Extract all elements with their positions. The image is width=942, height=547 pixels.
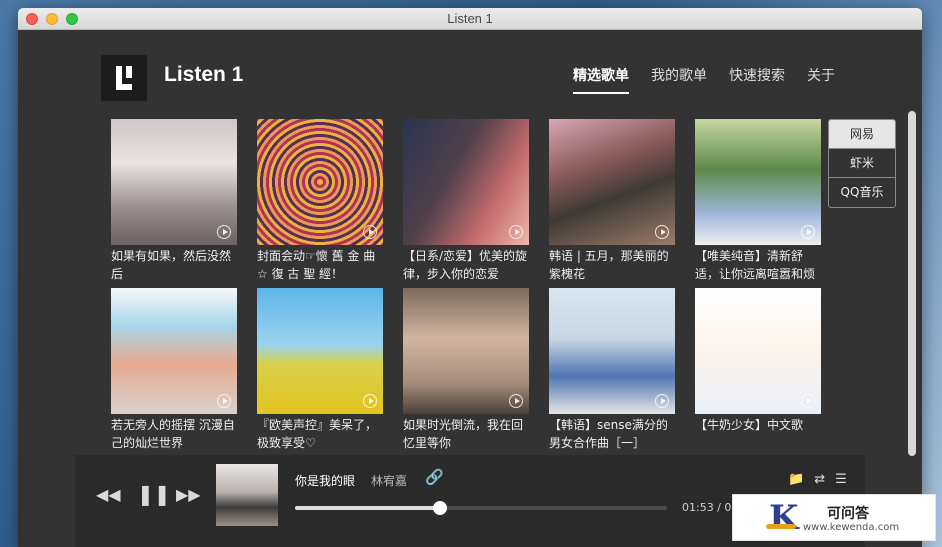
playlist-title[interactable]: 【唯美纯音】清新舒适，让你远离喧嚣和烦恼	[695, 247, 823, 283]
previous-icon[interactable]: ◀◀	[96, 485, 121, 504]
playlist-title[interactable]: 韩语 | 五月，那美丽的紫槐花	[549, 247, 677, 283]
title-bar: Listen 1	[18, 8, 922, 30]
progress-handle[interactable]	[433, 501, 448, 515]
progress-bar[interactable]	[295, 501, 667, 515]
playlist-cover[interactable]	[257, 288, 383, 414]
playlist-title[interactable]: 若无旁人的摇摆 沉漫自己的灿烂世界	[111, 416, 239, 452]
play-icon[interactable]	[801, 225, 815, 239]
link-icon[interactable]: 🔗	[425, 468, 444, 486]
scrollbar-thumb[interactable]	[908, 111, 916, 456]
play-icon[interactable]	[655, 394, 669, 408]
app-name: Listen 1	[164, 63, 244, 86]
source-tabs: 网易 虾米 QQ音乐	[828, 119, 896, 208]
source-qqmusic[interactable]: QQ音乐	[829, 178, 895, 207]
playlist-title[interactable]: 如果时光倒流，我在回忆里等你	[403, 416, 531, 452]
playlist-card[interactable]: 【韩语】sense满分的男女合作曲［一］	[549, 288, 677, 452]
play-icon[interactable]	[217, 225, 231, 239]
now-playing-cover[interactable]	[216, 464, 278, 526]
next-icon[interactable]: ▶▶	[176, 485, 201, 504]
track-title[interactable]: 你是我的眼	[295, 472, 355, 489]
playlist-card[interactable]: 韩语 | 五月，那美丽的紫槐花	[549, 119, 677, 283]
playlist-card[interactable]: 封面会动☞懷 舊 金 曲 ☆ 復 古 聖 經！	[257, 119, 385, 283]
play-icon[interactable]	[363, 394, 377, 408]
pause-icon[interactable]: ❚❚	[137, 482, 171, 506]
playlist-cover[interactable]	[549, 119, 675, 245]
playlist-cover[interactable]	[549, 288, 675, 414]
nav-my-playlists[interactable]: 我的歌单	[651, 65, 707, 94]
playlist-title[interactable]: 【韩语】sense满分的男女合作曲［一］	[549, 416, 677, 452]
play-icon[interactable]	[509, 394, 523, 408]
playlist-cover[interactable]	[111, 288, 237, 414]
playlist-icon[interactable]: ☰	[835, 472, 847, 487]
site-watermark: K 可问答 www.kewenda.com	[732, 494, 936, 541]
watermark-name: 可问答	[827, 506, 869, 522]
main-nav: 精选歌单 我的歌单 快速搜索 关于	[573, 65, 857, 94]
app-logo	[101, 55, 147, 101]
watermark-logo: K	[766, 498, 799, 538]
folder-icon[interactable]: 📁	[788, 472, 804, 487]
playlist-card[interactable]: 『欧美声控』美呆了，极致享受♡	[257, 288, 385, 452]
playlist-card[interactable]: 若无旁人的摇摆 沉漫自己的灿烂世界	[111, 288, 239, 452]
track-artist[interactable]: 林宥嘉	[371, 472, 407, 489]
playback-time: 01:53 / 0	[682, 501, 732, 514]
playlist-cover[interactable]	[403, 288, 529, 414]
source-xiami[interactable]: 虾米	[829, 149, 895, 178]
playlist-title[interactable]: 如果有如果，然后没然后	[111, 247, 239, 283]
window-title: Listen 1	[447, 11, 493, 26]
playlist-title[interactable]: 『欧美声控』美呆了，极致享受♡	[257, 416, 385, 452]
watermark-url: www.kewenda.com	[803, 522, 900, 533]
nav-quick-search[interactable]: 快速搜索	[729, 65, 785, 94]
play-icon[interactable]	[801, 394, 815, 408]
playlist-card[interactable]: 【唯美纯音】清新舒适，让你远离喧嚣和烦恼	[695, 119, 823, 283]
scrollbar[interactable]	[908, 111, 916, 461]
playlist-card[interactable]: 【日系/恋爱】优美的旋律，步入你的恋爱	[403, 119, 531, 283]
playlist-cover[interactable]	[403, 119, 529, 245]
nav-about[interactable]: 关于	[807, 65, 835, 94]
playlist-title[interactable]: 【牛奶少女】中文歌	[695, 416, 823, 452]
progress-fill	[295, 506, 441, 510]
shuffle-icon[interactable]: ⇄	[814, 472, 825, 487]
playlist-cover[interactable]	[257, 119, 383, 245]
player-options: 📁 ⇄ ☰	[788, 472, 857, 487]
app-window: Listen 1 Listen 1 精选歌单 我的歌单 快速搜索 关于 网易 虾…	[18, 8, 922, 547]
play-icon[interactable]	[509, 225, 523, 239]
playlist-cover[interactable]	[111, 119, 237, 245]
play-icon[interactable]	[363, 225, 377, 239]
play-icon[interactable]	[217, 394, 231, 408]
nav-featured-playlists[interactable]: 精选歌单	[573, 65, 629, 94]
playlist-card[interactable]: 【牛奶少女】中文歌	[695, 288, 823, 452]
source-netease[interactable]: 网易	[829, 120, 895, 149]
playlist-card[interactable]: 如果有如果，然后没然后	[111, 119, 239, 283]
playlist-cover[interactable]	[695, 119, 821, 245]
playlist-title[interactable]: 【日系/恋爱】优美的旋律，步入你的恋爱	[403, 247, 531, 283]
playlist-title[interactable]: 封面会动☞懷 舊 金 曲 ☆ 復 古 聖 經！	[257, 247, 385, 283]
playlist-card[interactable]: 如果时光倒流，我在回忆里等你	[403, 288, 531, 452]
play-icon[interactable]	[655, 225, 669, 239]
playlist-cover[interactable]	[695, 288, 821, 414]
